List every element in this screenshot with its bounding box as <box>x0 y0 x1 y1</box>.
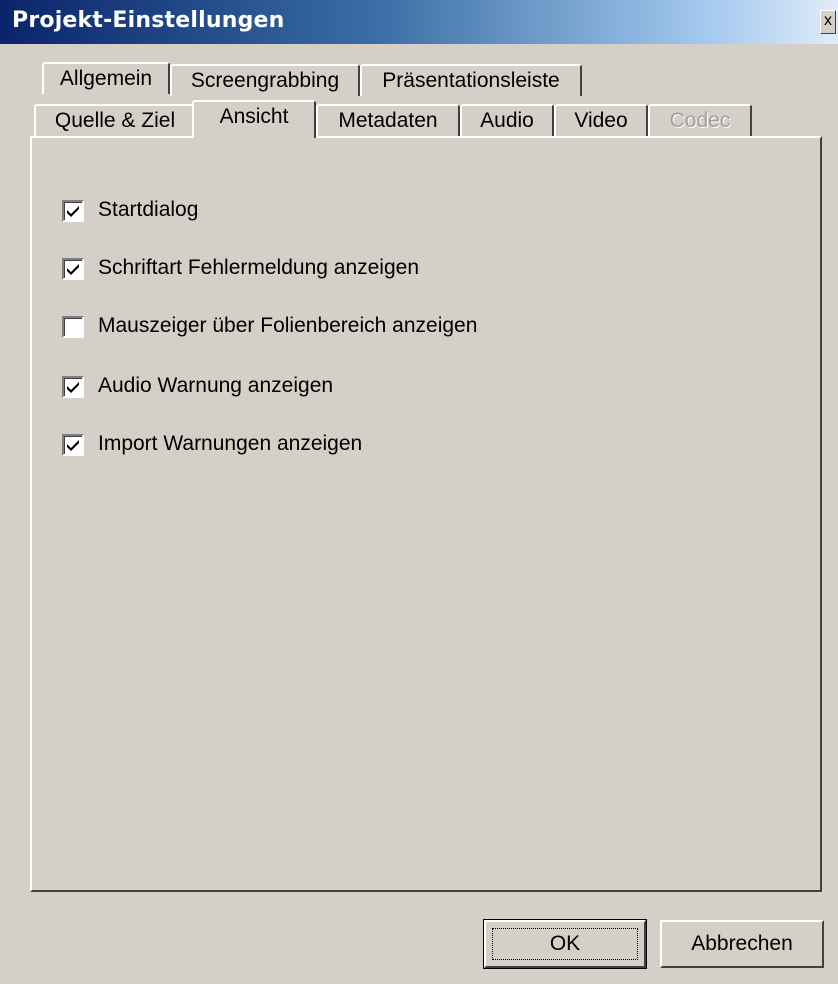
tab-quelle-ziel[interactable]: Quelle & Ziel <box>34 104 196 136</box>
option-label: Import Warnungen anzeigen <box>98 432 363 455</box>
option-label: Audio Warnung anzeigen <box>98 374 334 397</box>
tab-metadaten[interactable]: Metadaten <box>316 104 460 136</box>
project-settings-dialog: Projekt-Einstellungen x Allgemein Screen… <box>0 0 838 984</box>
tab-audio[interactable]: Audio <box>460 104 554 136</box>
tab-praesentationsleiste[interactable]: Präsentationsleiste <box>360 64 582 96</box>
ok-button-label: OK <box>549 932 581 955</box>
tab-allgemein[interactable]: Allgemein <box>42 62 170 94</box>
checkbox[interactable] <box>62 376 84 398</box>
window-title: Projekt-Einstellungen <box>12 8 285 33</box>
tab-label: Codec <box>669 109 731 132</box>
cancel-button-label: Abbrechen <box>691 932 793 955</box>
tab-video[interactable]: Video <box>554 104 648 136</box>
ok-button[interactable]: OK <box>483 919 647 969</box>
option-label: Mauszeiger über Folienbereich anzeigen <box>98 314 478 337</box>
close-button[interactable]: x <box>820 10 836 34</box>
tab-label: Allgemein <box>59 67 153 90</box>
option-label: Startdialog <box>98 198 199 221</box>
checkbox[interactable] <box>62 200 84 222</box>
tab-label: Audio <box>480 109 534 132</box>
checkbox[interactable] <box>62 316 84 338</box>
tab-label: Screengrabbing <box>190 69 340 92</box>
tab-label: Ansicht <box>219 105 289 128</box>
checkmark-icon <box>67 382 79 393</box>
checkmark-icon <box>67 440 79 451</box>
checkmark-icon <box>67 206 79 217</box>
tab-label: Präsentationsleiste <box>382 69 560 92</box>
tab-ansicht[interactable]: Ansicht <box>192 100 316 138</box>
tab-label: Quelle & Ziel <box>54 109 176 132</box>
tab-codec[interactable]: Codec <box>648 104 752 136</box>
checkbox[interactable] <box>62 434 84 456</box>
checkmark-icon <box>67 264 79 275</box>
tab-content-panel <box>30 136 822 892</box>
tab-label: Metadaten <box>338 109 438 132</box>
cancel-button[interactable]: Abbrechen <box>660 920 824 968</box>
checkbox[interactable] <box>62 258 84 280</box>
title-bar[interactable]: Projekt-Einstellungen x <box>0 0 838 44</box>
close-icon: x <box>824 12 832 29</box>
option-label: Schriftart Fehlermeldung anzeigen <box>98 256 420 279</box>
tab-label: Video <box>574 109 628 132</box>
tab-screengrabbing[interactable]: Screengrabbing <box>170 64 360 96</box>
